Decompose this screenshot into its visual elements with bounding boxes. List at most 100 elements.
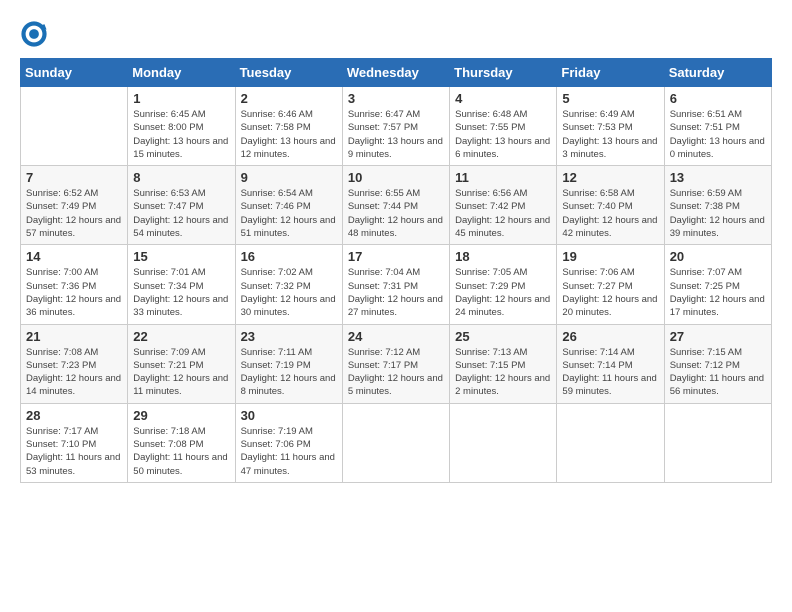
day-info: Sunrise: 7:01 AM Sunset: 7:34 PM Dayligh… xyxy=(133,266,229,319)
day-number: 1 xyxy=(133,91,229,106)
day-number: 20 xyxy=(670,249,766,264)
week-row-3: 14Sunrise: 7:00 AM Sunset: 7:36 PM Dayli… xyxy=(21,245,772,324)
calendar-cell: 8 Sunrise: 6:53 AM Sunset: 7:47 PM Daylig… xyxy=(128,166,235,245)
day-number: 10 xyxy=(348,170,444,185)
day-number: 13 xyxy=(670,170,766,185)
calendar-cell: 30Sunrise: 7:19 AM Sunset: 7:06 PM Dayli… xyxy=(235,403,342,482)
day-number: 23 xyxy=(241,329,337,344)
day-info: Sunrise: 6:52 AM Sunset: 7:49 PM Dayligh… xyxy=(26,187,122,240)
calendar-cell: 14Sunrise: 7:00 AM Sunset: 7:36 PM Dayli… xyxy=(21,245,128,324)
day-info: Sunrise: 7:05 AM Sunset: 7:29 PM Dayligh… xyxy=(455,266,551,319)
day-info: Sunrise: 6:45 AM Sunset: 8:00 PM Dayligh… xyxy=(133,108,229,161)
weekday-header-sunday: Sunday xyxy=(21,59,128,87)
day-info: Sunrise: 6:56 AM Sunset: 7:42 PM Dayligh… xyxy=(455,187,551,240)
day-info: Sunrise: 6:58 AM Sunset: 7:40 PM Dayligh… xyxy=(562,187,658,240)
week-row-2: 7 Sunrise: 6:52 AM Sunset: 7:49 PM Daylig… xyxy=(21,166,772,245)
calendar-cell xyxy=(342,403,449,482)
calendar-cell xyxy=(450,403,557,482)
calendar-cell: 9 Sunrise: 6:54 AM Sunset: 7:46 PM Daylig… xyxy=(235,166,342,245)
day-info: Sunrise: 7:17 AM Sunset: 7:10 PM Dayligh… xyxy=(26,425,122,478)
day-number: 2 xyxy=(241,91,337,106)
weekday-header-monday: Monday xyxy=(128,59,235,87)
day-number: 12 xyxy=(562,170,658,185)
calendar-cell: 23Sunrise: 7:11 AM Sunset: 7:19 PM Dayli… xyxy=(235,324,342,403)
day-number: 30 xyxy=(241,408,337,423)
calendar-cell: 24 Sunrise: 7:12 AM Sunset: 7:17 PM Dayli… xyxy=(342,324,449,403)
calendar-cell: 26 Sunrise: 7:14 AM Sunset: 7:14 PM Dayli… xyxy=(557,324,664,403)
day-number: 22 xyxy=(133,329,229,344)
weekday-header-friday: Friday xyxy=(557,59,664,87)
day-number: 5 xyxy=(562,91,658,106)
weekday-header-tuesday: Tuesday xyxy=(235,59,342,87)
day-number: 25 xyxy=(455,329,551,344)
day-info: Sunrise: 6:55 AM Sunset: 7:44 PM Dayligh… xyxy=(348,187,444,240)
day-number: 28 xyxy=(26,408,122,423)
week-row-1: 1 Sunrise: 6:45 AM Sunset: 8:00 PM Daylig… xyxy=(21,87,772,166)
day-info: Sunrise: 6:54 AM Sunset: 7:46 PM Dayligh… xyxy=(241,187,337,240)
day-info: Sunrise: 6:46 AM Sunset: 7:58 PM Dayligh… xyxy=(241,108,337,161)
calendar-cell: 17 Sunrise: 7:04 AM Sunset: 7:31 PM Dayli… xyxy=(342,245,449,324)
calendar-cell: 10 Sunrise: 6:55 AM Sunset: 7:44 PM Dayli… xyxy=(342,166,449,245)
day-info: Sunrise: 7:02 AM Sunset: 7:32 PM Dayligh… xyxy=(241,266,337,319)
calendar-cell: 21Sunrise: 7:08 AM Sunset: 7:23 PM Dayli… xyxy=(21,324,128,403)
day-info: Sunrise: 6:48 AM Sunset: 7:55 PM Dayligh… xyxy=(455,108,551,161)
logo xyxy=(20,20,52,48)
day-info: Sunrise: 7:06 AM Sunset: 7:27 PM Dayligh… xyxy=(562,266,658,319)
day-number: 7 xyxy=(26,170,122,185)
calendar-cell: 11Sunrise: 6:56 AM Sunset: 7:42 PM Dayli… xyxy=(450,166,557,245)
day-number: 24 xyxy=(348,329,444,344)
weekday-header-wednesday: Wednesday xyxy=(342,59,449,87)
weekday-header-thursday: Thursday xyxy=(450,59,557,87)
day-number: 6 xyxy=(670,91,766,106)
week-row-5: 28 Sunrise: 7:17 AM Sunset: 7:10 PM Dayli… xyxy=(21,403,772,482)
calendar-cell xyxy=(664,403,771,482)
calendar-cell xyxy=(21,87,128,166)
day-info: Sunrise: 6:47 AM Sunset: 7:57 PM Dayligh… xyxy=(348,108,444,161)
day-number: 9 xyxy=(241,170,337,185)
calendar-cell: 15 Sunrise: 7:01 AM Sunset: 7:34 PM Dayli… xyxy=(128,245,235,324)
calendar-cell: 1 Sunrise: 6:45 AM Sunset: 8:00 PM Daylig… xyxy=(128,87,235,166)
day-number: 16 xyxy=(241,249,337,264)
day-number: 4 xyxy=(455,91,551,106)
weekday-header-row: SundayMondayTuesdayWednesdayThursdayFrid… xyxy=(21,59,772,87)
calendar-cell: 22 Sunrise: 7:09 AM Sunset: 7:21 PM Dayli… xyxy=(128,324,235,403)
calendar-cell: 2 Sunrise: 6:46 AM Sunset: 7:58 PM Daylig… xyxy=(235,87,342,166)
day-info: Sunrise: 7:14 AM Sunset: 7:14 PM Dayligh… xyxy=(562,346,658,399)
calendar-cell: 7 Sunrise: 6:52 AM Sunset: 7:49 PM Daylig… xyxy=(21,166,128,245)
calendar-cell: 19Sunrise: 7:06 AM Sunset: 7:27 PM Dayli… xyxy=(557,245,664,324)
day-info: Sunrise: 6:49 AM Sunset: 7:53 PM Dayligh… xyxy=(562,108,658,161)
calendar-cell: 12 Sunrise: 6:58 AM Sunset: 7:40 PM Dayli… xyxy=(557,166,664,245)
calendar-cell: 20 Sunrise: 7:07 AM Sunset: 7:25 PM Dayli… xyxy=(664,245,771,324)
logo-icon xyxy=(20,20,48,48)
day-number: 26 xyxy=(562,329,658,344)
calendar-cell xyxy=(557,403,664,482)
day-info: Sunrise: 7:15 AM Sunset: 7:12 PM Dayligh… xyxy=(670,346,766,399)
page-header xyxy=(20,20,772,48)
day-info: Sunrise: 7:18 AM Sunset: 7:08 PM Dayligh… xyxy=(133,425,229,478)
day-info: Sunrise: 7:12 AM Sunset: 7:17 PM Dayligh… xyxy=(348,346,444,399)
day-info: Sunrise: 6:51 AM Sunset: 7:51 PM Dayligh… xyxy=(670,108,766,161)
day-number: 3 xyxy=(348,91,444,106)
day-number: 18 xyxy=(455,249,551,264)
day-info: Sunrise: 7:08 AM Sunset: 7:23 PM Dayligh… xyxy=(26,346,122,399)
calendar-cell: 3 Sunrise: 6:47 AM Sunset: 7:57 PM Daylig… xyxy=(342,87,449,166)
day-number: 17 xyxy=(348,249,444,264)
calendar-cell: 29 Sunrise: 7:18 AM Sunset: 7:08 PM Dayli… xyxy=(128,403,235,482)
day-info: Sunrise: 7:04 AM Sunset: 7:31 PM Dayligh… xyxy=(348,266,444,319)
calendar-cell: 5 Sunrise: 6:49 AM Sunset: 7:53 PM Daylig… xyxy=(557,87,664,166)
calendar-cell: 28 Sunrise: 7:17 AM Sunset: 7:10 PM Dayli… xyxy=(21,403,128,482)
day-number: 8 xyxy=(133,170,229,185)
day-number: 15 xyxy=(133,249,229,264)
calendar-cell: 13 Sunrise: 6:59 AM Sunset: 7:38 PM Dayli… xyxy=(664,166,771,245)
day-info: Sunrise: 7:07 AM Sunset: 7:25 PM Dayligh… xyxy=(670,266,766,319)
calendar-table: SundayMondayTuesdayWednesdayThursdayFrid… xyxy=(20,58,772,483)
calendar-cell: 16 Sunrise: 7:02 AM Sunset: 7:32 PM Dayli… xyxy=(235,245,342,324)
day-info: Sunrise: 6:59 AM Sunset: 7:38 PM Dayligh… xyxy=(670,187,766,240)
calendar-cell: 27Sunrise: 7:15 AM Sunset: 7:12 PM Dayli… xyxy=(664,324,771,403)
day-info: Sunrise: 7:09 AM Sunset: 7:21 PM Dayligh… xyxy=(133,346,229,399)
calendar-cell: 25Sunrise: 7:13 AM Sunset: 7:15 PM Dayli… xyxy=(450,324,557,403)
day-info: Sunrise: 6:53 AM Sunset: 7:47 PM Dayligh… xyxy=(133,187,229,240)
day-info: Sunrise: 7:00 AM Sunset: 7:36 PM Dayligh… xyxy=(26,266,122,319)
calendar-cell: 18 Sunrise: 7:05 AM Sunset: 7:29 PM Dayli… xyxy=(450,245,557,324)
day-number: 29 xyxy=(133,408,229,423)
